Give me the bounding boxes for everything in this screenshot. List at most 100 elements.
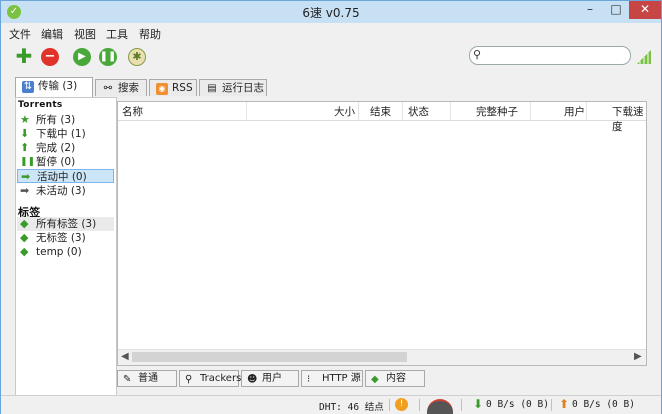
arrow-down-icon: ⬇ xyxy=(20,127,30,140)
tag-icon: ◆ xyxy=(20,217,29,230)
arrow-up-icon: ⬆ xyxy=(20,141,30,154)
arrow-right-icon: ➡ xyxy=(20,184,30,197)
column-divider[interactable] xyxy=(586,102,587,120)
column-size[interactable]: 大小 xyxy=(334,104,355,119)
log-icon: ▤ xyxy=(207,83,217,94)
download-speed: 0 B/s (0 B) xyxy=(486,399,549,410)
app-window: ✓ 6速 v0.75 – □ ✕ 文件 编辑 视图 工具 帮助 ✚ − ▶ ❚❚… xyxy=(0,0,662,414)
download-arrow-icon: ⬇ xyxy=(473,397,484,411)
sidebar-tag-untagged[interactable]: ◆ 无标签 (3) xyxy=(17,231,114,245)
minimize-button[interactable]: – xyxy=(577,1,603,19)
tab-label: Trackers xyxy=(200,373,242,384)
upload-arrow-icon: ⬆ xyxy=(559,397,570,411)
sidebar-item-label: 无标签 (3) xyxy=(36,232,86,244)
column-peers[interactable]: 用户 xyxy=(564,104,585,119)
star-icon: ★ xyxy=(20,113,30,126)
tab-label: 普通 xyxy=(138,373,158,384)
search-input[interactable] xyxy=(486,48,622,61)
table-header: 名称 大小 结束 状态 完整种子 用户 下载速度 xyxy=(118,102,646,133)
sidebar-tag-all[interactable]: ◆ 所有标签 (3) xyxy=(17,217,114,231)
rss-icon: ◉ xyxy=(156,83,168,95)
remove-torrent-icon[interactable]: − xyxy=(41,48,59,66)
sidebar-item-paused[interactable]: ❚❚ 暂停 (0) xyxy=(17,155,114,169)
menu-file[interactable]: 文件 xyxy=(9,26,31,42)
sidebar-item-all[interactable]: ★ 所有 (3) xyxy=(17,113,114,127)
pause-all-icon[interactable]: ❚❚ xyxy=(99,48,117,66)
status-divider xyxy=(389,399,390,411)
menu-help[interactable]: 帮助 xyxy=(139,26,161,42)
upload-speed: 0 B/s (0 B) xyxy=(572,399,635,410)
status-divider xyxy=(551,399,552,411)
connection-status-icon[interactable]: ! xyxy=(395,398,408,411)
title-bar: ✓ 6速 v0.75 – □ ✕ xyxy=(1,1,661,23)
sidebar-item-label: 所有 (3) xyxy=(36,114,76,126)
tab-rss[interactable]: ◉ RSS xyxy=(149,79,197,96)
speed-limit-gauge-icon[interactable] xyxy=(427,399,453,414)
tab-label: 搜索 xyxy=(118,82,139,94)
column-download-speed[interactable]: 下载速度 xyxy=(612,104,646,134)
scroll-left-icon[interactable]: ◀ xyxy=(121,351,129,362)
column-status[interactable]: 状态 xyxy=(408,104,429,119)
search-icon: ⚲ xyxy=(473,48,482,61)
start-icon[interactable]: ▶ xyxy=(73,48,91,66)
dht-status: DHT: 46 结点 xyxy=(319,402,384,413)
tag-icon: ◆ xyxy=(20,231,29,244)
column-name[interactable]: 名称 xyxy=(122,104,143,119)
add-torrent-icon[interactable]: ✚ xyxy=(15,46,33,66)
column-divider[interactable] xyxy=(450,102,451,120)
sidebar-item-label: 完成 (2) xyxy=(36,142,76,154)
column-divider[interactable] xyxy=(246,102,247,120)
menu-tools[interactable]: 工具 xyxy=(106,26,128,42)
sidebar-item-inactive[interactable]: ➡ 未活动 (3) xyxy=(17,184,114,198)
tab-label: HTTP 源 xyxy=(322,373,361,384)
sidebar-item-label: 未活动 (3) xyxy=(36,185,86,197)
search-box[interactable]: ⚲ xyxy=(469,46,631,65)
sidebar-item-downloading[interactable]: ⬇ 下载中 (1) xyxy=(17,127,114,141)
tab-label: RSS xyxy=(172,82,193,94)
scroll-right-icon[interactable]: ▶ xyxy=(634,351,642,362)
status-bar: DHT: 46 结点 ! ⬇ 0 B/s (0 B) ⬆ 0 B/s (0 B) xyxy=(1,395,661,414)
torrents-heading: Torrents xyxy=(18,100,63,110)
torrent-list[interactable]: 名称 大小 结束 状态 完整种子 用户 下载速度 ◀ ▶ xyxy=(117,101,647,366)
maximize-button[interactable]: □ xyxy=(603,1,629,19)
column-divider[interactable] xyxy=(402,102,403,120)
tag-icon: ◆ xyxy=(20,245,29,258)
scrollbar-thumb[interactable] xyxy=(132,352,407,362)
column-divider[interactable] xyxy=(358,102,359,120)
column-seeds[interactable]: 完整种子 xyxy=(476,104,518,119)
tab-label: 运行日志 xyxy=(222,82,264,94)
http-icon: ⁝ xyxy=(307,374,311,385)
tab-log[interactable]: ▤ 运行日志 xyxy=(199,79,267,96)
pencil-icon: ✎ xyxy=(123,374,132,385)
tab-general[interactable]: ✎ 普通 xyxy=(117,370,177,387)
column-divider[interactable] xyxy=(530,102,531,120)
close-button[interactable]: ✕ xyxy=(629,1,661,19)
tab-peers[interactable]: ☻ 用户 xyxy=(241,370,299,387)
window-title: 6速 v0.75 xyxy=(302,6,360,20)
binoculars-icon: ⚯ xyxy=(103,83,113,94)
column-done[interactable]: 结束 xyxy=(370,104,391,119)
tab-trackers[interactable]: ⚲ Trackers xyxy=(179,370,242,387)
transfer-icon: ⇅ xyxy=(22,81,34,93)
sidebar-item-completed[interactable]: ⬆ 完成 (2) xyxy=(17,141,114,155)
sidebar: Torrents ★ 所有 (3) ⬇ 下载中 (1) ⬆ 完成 (2) ❚❚ … xyxy=(15,97,117,399)
tab-label: 传输 (3) xyxy=(38,80,78,92)
tab-label: 用户 xyxy=(262,373,282,384)
menu-view[interactable]: 视图 xyxy=(74,26,96,42)
sidebar-item-active[interactable]: ➡ 活动中 (0) xyxy=(17,169,114,183)
tab-transfers[interactable]: ⇅ 传输 (3) xyxy=(15,77,93,98)
tab-http-sources[interactable]: ⁝ HTTP 源 xyxy=(301,370,363,387)
connection-status-icon[interactable] xyxy=(635,47,653,65)
status-divider xyxy=(419,399,420,411)
options-icon[interactable]: ✱ xyxy=(128,48,146,66)
pause-icon: ❚❚ xyxy=(20,157,36,167)
tab-search[interactable]: ⚯ 搜索 xyxy=(95,79,147,96)
menu-bar: 文件 编辑 视图 工具 帮助 xyxy=(1,24,661,41)
menu-edit[interactable]: 编辑 xyxy=(41,26,63,42)
users-icon: ☻ xyxy=(247,374,258,385)
sidebar-tag-temp[interactable]: ◆ temp (0) xyxy=(17,245,114,259)
tag-icon: ◆ xyxy=(371,374,379,385)
tab-content[interactable]: ◆ 内容 xyxy=(365,370,425,387)
horizontal-scrollbar[interactable]: ◀ ▶ xyxy=(118,349,646,365)
sidebar-item-label: 下载中 (1) xyxy=(36,128,86,140)
